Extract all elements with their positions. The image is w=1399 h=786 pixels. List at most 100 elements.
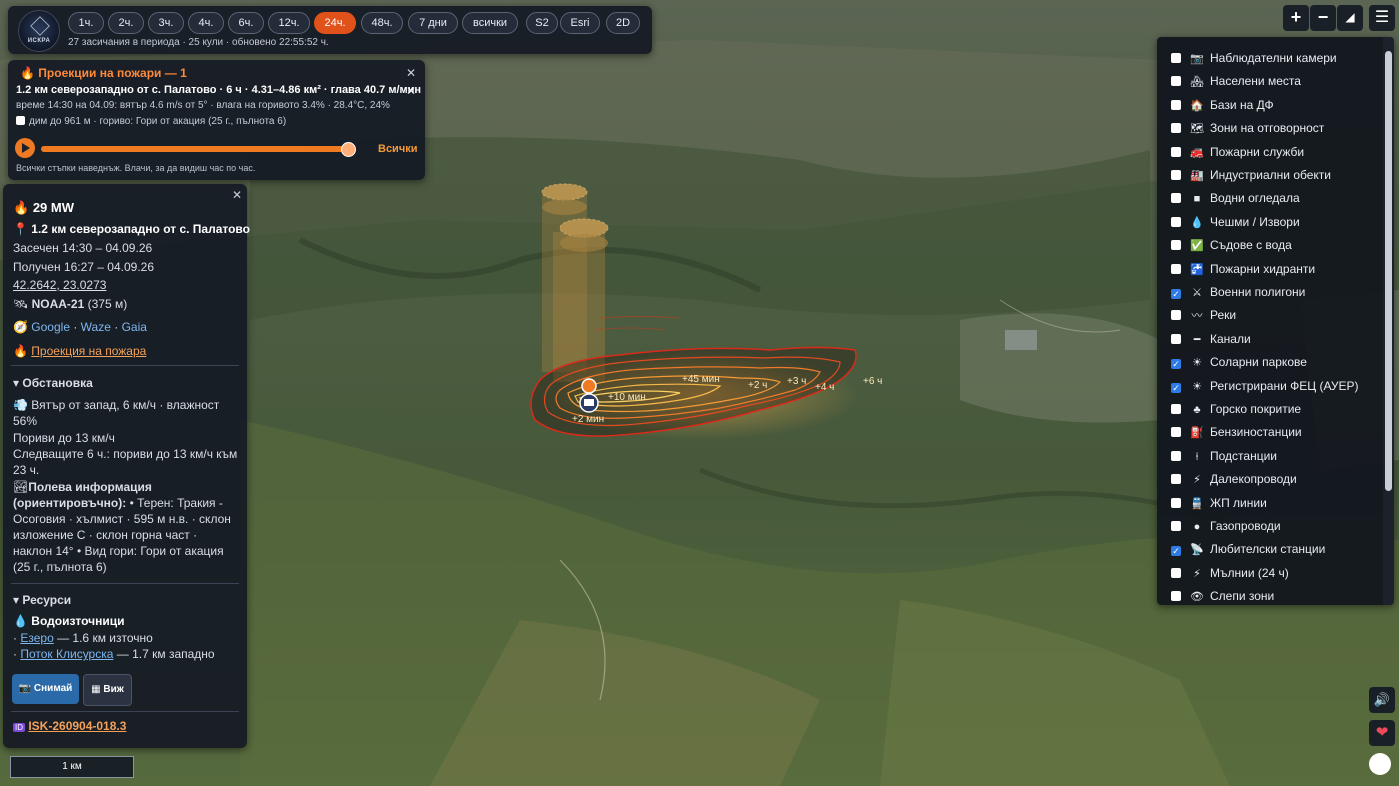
period-chip-3h[interactable]: 3ч. [148, 12, 184, 34]
layer-item[interactable]: 💧 Чешми / Извори [1171, 213, 1300, 231]
layer-item[interactable]: ☀ Соларни паркове [1171, 353, 1307, 371]
layer-checkbox[interactable] [1171, 359, 1181, 370]
view-button[interactable]: ▦ Виж [83, 674, 132, 706]
layer-checkbox[interactable] [1171, 567, 1181, 578]
play-button[interactable] [15, 138, 35, 158]
layer-item[interactable]: ━ Канали [1171, 330, 1251, 348]
time-slider-handle[interactable] [341, 142, 356, 157]
divider [11, 365, 239, 366]
period-chip-2h[interactable]: 2ч. [108, 12, 144, 34]
gaia-link[interactable]: Gaia [122, 320, 147, 334]
layer-item[interactable]: ■ Водни огледала [1171, 189, 1300, 207]
layer-checkbox[interactable] [1171, 521, 1181, 531]
compass-button[interactable] [1369, 753, 1391, 775]
layer-item[interactable]: 📡 Любителски станции [1171, 540, 1325, 558]
layers-scrollbar[interactable] [1383, 37, 1394, 605]
period-chip-12h[interactable]: 12ч. [268, 12, 310, 34]
heart-icon[interactable]: ❤ [1369, 720, 1395, 746]
layer-icon: 📡 [1190, 544, 1204, 557]
layer-checkbox[interactable] [1171, 546, 1181, 557]
layer-checkbox[interactable] [1171, 146, 1181, 157]
layer-icon: ━ [1193, 333, 1201, 346]
layer-checkbox[interactable] [1171, 216, 1181, 227]
layer-checkbox[interactable] [1171, 382, 1181, 393]
sound-icon[interactable]: 🔊 [1369, 687, 1395, 713]
layer-checkbox[interactable] [1171, 289, 1181, 299]
period-chip-1h[interactable]: 1ч. [68, 12, 104, 34]
zoom-in-button[interactable]: + [1283, 5, 1309, 31]
water-source-link[interactable]: Поток Клисурска [20, 647, 113, 661]
layer-checkbox[interactable] [1171, 310, 1181, 321]
layer-label: Горско покритие [1210, 402, 1302, 416]
layer-checkbox[interactable] [1171, 193, 1181, 204]
layer-item[interactable]: ⍿ Подстанции [1171, 447, 1277, 465]
layer-item[interactable]: ♣ Горско покритие [1171, 400, 1301, 418]
layer-icon: ♣ [1193, 404, 1201, 416]
layer-checkbox[interactable] [1171, 474, 1181, 485]
layer-checkbox[interactable] [1171, 240, 1181, 251]
layer-item[interactable]: 〰 Реки [1171, 306, 1236, 324]
period-chip-7d[interactable]: 7 дни [408, 12, 458, 34]
layer-item[interactable]: 🏠 Бази на ДФ [1171, 96, 1274, 114]
period-chip-all[interactable]: всички [462, 12, 518, 34]
layer-item[interactable]: ☀ Регистрирани ФЕЦ (АУЕР) [1171, 377, 1359, 395]
smoke-option[interactable]: дим до 961 м · гориво: Гори от акация (2… [16, 116, 286, 127]
logo-star-icon [30, 16, 50, 36]
layer-checkbox[interactable] [1171, 123, 1181, 134]
period-chip-6h[interactable]: 6ч. [228, 12, 264, 34]
fire-power: 🔥 29 MW [13, 200, 74, 215]
layer-checkbox[interactable] [1171, 427, 1181, 438]
layer-item[interactable]: 👁 Слепи зони [1171, 587, 1274, 605]
layer-item[interactable]: 🚰 Пожарни хидранти [1171, 260, 1315, 278]
layer-item[interactable]: ● Газопроводи [1171, 517, 1281, 535]
layer-item[interactable]: 🚆 ЖП линии [1171, 494, 1267, 512]
smoke-checkbox[interactable] [16, 116, 25, 125]
coordinates[interactable]: 42.2642, 23.0273 [13, 278, 106, 292]
satellite-icon: 🛰 [13, 297, 29, 311]
layer-checkbox[interactable] [1171, 333, 1181, 344]
menu-icon[interactable]: ☰ [1369, 5, 1395, 31]
layer-item[interactable]: ⚡ Далекопроводи [1171, 470, 1297, 488]
layer-item[interactable]: 🏘 Населени места [1171, 72, 1301, 90]
layer-item[interactable]: ✅ Съдове с вода [1171, 236, 1292, 254]
period-chip-4h[interactable]: 4ч. [188, 12, 224, 34]
period-chip-48h[interactable]: 48ч. [361, 12, 403, 34]
layer-label: Водни огледала [1210, 191, 1300, 206]
resources-section-header[interactable]: ▾ Ресурси [13, 593, 71, 607]
close-detail-icon[interactable]: ✕ [232, 188, 242, 202]
layer-checkbox[interactable] [1171, 591, 1181, 602]
layer-checkbox[interactable] [1171, 497, 1181, 508]
layer-checkbox[interactable] [1171, 263, 1181, 274]
layer-item[interactable]: 🗺 Зони на отговорност [1171, 119, 1324, 137]
tilt-icon[interactable]: ◢ [1337, 5, 1363, 31]
water-source-link[interactable]: Езеро [20, 631, 53, 645]
layer-checkbox[interactable] [1171, 53, 1181, 63]
period-chip-24h[interactable]: 24ч. [314, 12, 356, 34]
waze-link[interactable]: Waze [81, 320, 111, 334]
layer-checkbox[interactable] [1171, 170, 1181, 180]
source-chip-esri[interactable]: Esri [560, 12, 600, 34]
layer-item[interactable]: 📷 Наблюдателни камери [1171, 49, 1337, 67]
source-chip-s2[interactable]: S2 [526, 12, 558, 34]
scrollbar-thumb[interactable] [1385, 51, 1392, 491]
layer-checkbox[interactable] [1171, 404, 1181, 414]
layer-item[interactable]: 🚒 Пожарни служби [1171, 143, 1304, 161]
layer-item[interactable]: ⚡ Мълнии (24 ч) [1171, 564, 1289, 582]
layer-item[interactable]: ⛽ Бензиностанции [1171, 423, 1302, 441]
zoom-out-button[interactable]: − [1310, 5, 1336, 31]
view-mode-2d[interactable]: 2D [606, 12, 640, 34]
app-logo[interactable]: ИСКРА [18, 10, 60, 52]
layer-checkbox[interactable] [1171, 99, 1181, 110]
layer-item[interactable]: ⚔ Военни полигони [1171, 283, 1305, 301]
snapshot-button[interactable]: 📷 Снимай [12, 674, 79, 704]
layer-checkbox[interactable] [1171, 76, 1181, 87]
close-panel-icon[interactable]: ✕ [406, 66, 416, 80]
layer-checkbox[interactable] [1171, 450, 1181, 461]
projection-link[interactable]: 🔥 Проекция на пожара [13, 344, 146, 358]
fire-id[interactable]: ID ISK-260904-018.3 [13, 719, 126, 733]
slider-hint: Всички стъпки наведнъж. Влачи, за да вид… [16, 163, 256, 173]
google-link[interactable]: Google [31, 320, 70, 334]
layer-item[interactable]: 🏭 Индустриални обекти [1171, 166, 1331, 184]
time-slider[interactable] [41, 146, 353, 152]
situation-section-header[interactable]: ▾ Обстановка [13, 376, 93, 390]
